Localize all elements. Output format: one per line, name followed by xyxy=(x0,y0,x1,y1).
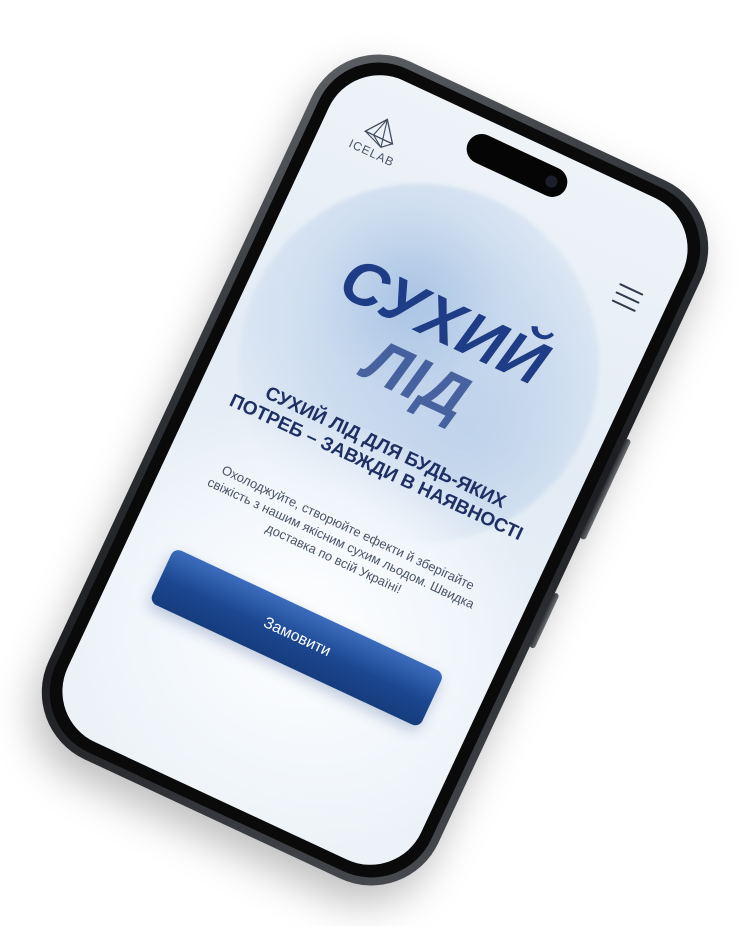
phone-mockup: ICELAB СУХИЙ ЛІД СУХИЙ ЛІД ДЛЯ БУДЬ-ЯКИХ… xyxy=(17,30,733,910)
hamburger-menu-icon[interactable] xyxy=(611,283,644,313)
site-logo[interactable]: ICELAB xyxy=(342,105,416,172)
page-stage: ICELAB СУХИЙ ЛІД СУХИЙ ЛІД ДЛЯ БУДЬ-ЯКИХ… xyxy=(0,0,753,926)
camera-icon xyxy=(543,173,560,190)
